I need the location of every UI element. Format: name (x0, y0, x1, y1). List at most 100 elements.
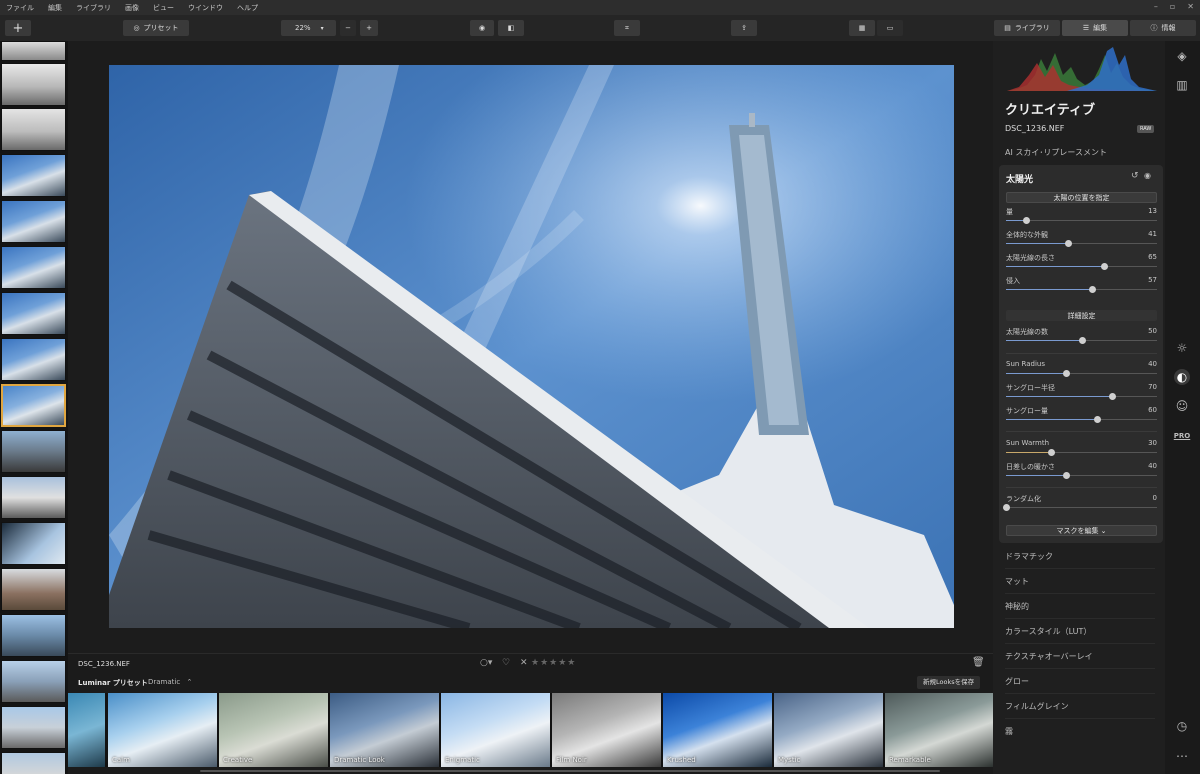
preset-thumbnail[interactable] (68, 693, 105, 767)
presets-button[interactable]: ◎ プリセット (123, 20, 189, 36)
section-color-styles-lut[interactable]: カラースタイル（LUT） (1005, 626, 1091, 637)
slider-knob[interactable] (1065, 240, 1072, 247)
slider[interactable]: Sun Radius 40 (1006, 360, 1157, 382)
preset-thumbnail[interactable]: Krushed (663, 693, 772, 767)
menu-file[interactable]: ファイル (6, 3, 34, 13)
slider[interactable]: Sun Warmth 30 (1006, 439, 1157, 461)
filmstrip-thumbnail[interactable] (1, 522, 66, 565)
crop-button[interactable]: ⌗ (614, 20, 640, 36)
section-film-grain[interactable]: フィルムグレイン (1005, 701, 1069, 712)
filmstrip-thumbnail[interactable] (1, 706, 66, 749)
filmstrip-thumbnail[interactable] (1, 41, 66, 61)
preset-scrollbar[interactable] (200, 770, 940, 772)
zoom-select[interactable]: 22% ▾ (281, 20, 336, 36)
preset-thumbnail[interactable]: Remarkable (885, 693, 993, 767)
menu-window[interactable]: ウインドウ (188, 3, 223, 13)
slider[interactable]: 日差しの暖かさ 40 (1006, 462, 1157, 484)
slider-knob[interactable] (1109, 393, 1116, 400)
menu-help[interactable]: ヘルプ (237, 3, 258, 13)
menu-library[interactable]: ライブラリ (76, 3, 111, 13)
filmstrip-thumbnail[interactable] (1, 752, 66, 774)
slider-knob[interactable] (1089, 286, 1096, 293)
filmstrip-thumbnail[interactable] (1, 200, 66, 243)
filmstrip-thumbnail[interactable] (1, 476, 66, 519)
slider[interactable]: 全体的な外観 41 (1006, 230, 1157, 252)
image-canvas[interactable] (68, 41, 993, 653)
slider[interactable]: ランダム化 0 (1003, 494, 1157, 516)
star-rating[interactable]: ★★★★★ (531, 658, 576, 668)
slider[interactable]: サングロー量 60 (1006, 406, 1157, 428)
section-dramatic[interactable]: ドラマチック (1005, 551, 1053, 562)
more-dots-icon[interactable]: ⋯ (1174, 748, 1190, 764)
slider-knob[interactable] (1003, 504, 1010, 511)
slider[interactable]: 量 13 (1006, 207, 1157, 229)
menu-edit[interactable]: 編集 (48, 3, 62, 13)
share-button[interactable]: ⇪ (731, 20, 757, 36)
section-fog[interactable]: 霧 (1005, 726, 1013, 737)
slider-knob[interactable] (1101, 263, 1108, 270)
history-clock-icon[interactable]: ◷ (1174, 718, 1190, 734)
section-matte[interactable]: マット (1005, 576, 1029, 587)
reject-icon[interactable]: ✕ (520, 658, 528, 668)
maximize-icon[interactable]: ▫ (1170, 2, 1175, 11)
filmstrip-thumbnail[interactable] (1, 108, 66, 151)
color-label-icon[interactable]: ○▾ (480, 658, 492, 668)
filmstrip-thumbnail[interactable] (1, 246, 66, 289)
zoom-out-button[interactable]: − (340, 20, 356, 36)
section-mystical[interactable]: 神秘的 (1005, 601, 1029, 612)
preset-category-dropdown[interactable]: Dramatic ⌃ (148, 678, 192, 686)
grid-view-button[interactable]: ▦ (849, 20, 875, 36)
preset-thumbnail[interactable]: Enigmatic (441, 693, 550, 767)
filmstrip-thumbnail[interactable] (1, 292, 66, 335)
favorite-heart-icon[interactable]: ♡ (502, 658, 510, 668)
reset-icon[interactable]: ↺ (1131, 171, 1139, 181)
slider-knob[interactable] (1023, 217, 1030, 224)
tab-edit[interactable]: ☰ 編集 (1062, 20, 1128, 36)
zoom-in-button[interactable]: + (360, 20, 378, 36)
filmstrip-thumbnail[interactable] (1, 63, 66, 106)
place-sun-button[interactable]: 太陽の位置を指定 (1006, 192, 1157, 203)
slider[interactable]: 太陽光線の長さ 65 (1006, 253, 1157, 275)
section-glow[interactable]: グロー (1005, 676, 1029, 687)
creative-palette-icon[interactable]: ◐ (1174, 369, 1190, 385)
filmstrip-thumbnail[interactable] (1, 660, 66, 703)
close-icon[interactable]: ✕ (1187, 2, 1194, 11)
filmstrip-thumbnail[interactable] (1, 430, 66, 473)
slider-knob[interactable] (1048, 449, 1055, 456)
advanced-settings-button[interactable]: 詳細設定 (1006, 310, 1157, 321)
preset-thumbnail[interactable]: Film Noir (552, 693, 661, 767)
slider-knob[interactable] (1079, 337, 1086, 344)
section-ai-sky[interactable]: AI スカイ･リプレースメント (1005, 147, 1107, 158)
slider-knob[interactable] (1063, 370, 1070, 377)
slider-track[interactable] (1006, 507, 1157, 508)
portrait-face-icon[interactable]: ☺ (1174, 398, 1190, 414)
add-photos-button[interactable]: + (5, 20, 31, 36)
slider[interactable]: 太陽光線の数 50 (1006, 327, 1157, 349)
pro-icon[interactable]: PRO (1174, 428, 1190, 444)
preset-thumbnail[interactable]: Calm (108, 693, 217, 767)
section-texture-overlay[interactable]: テクスチャオーバーレイ (1005, 651, 1093, 662)
slider[interactable]: 侵入 57 (1006, 276, 1157, 298)
preset-thumbnail[interactable]: Dramatic Look (330, 693, 439, 767)
tab-info[interactable]: ⓘ 情報 (1130, 20, 1196, 36)
compare-button[interactable]: ◧ (498, 20, 524, 36)
trash-icon[interactable]: 🗑 (972, 657, 985, 668)
save-looks-button[interactable]: 新規Looksを保存 (917, 676, 981, 689)
slider-knob[interactable] (1063, 472, 1070, 479)
minimize-icon[interactable]: – (1154, 2, 1158, 11)
filmstrip-thumbnail[interactable] (1, 338, 66, 381)
preview-eye-button[interactable]: ◉ (470, 20, 494, 36)
slider-knob[interactable] (1094, 416, 1101, 423)
tab-library[interactable]: ▤ ライブラリ (994, 20, 1060, 36)
slider[interactable]: サングロー半径 70 (1006, 383, 1157, 405)
layers-icon[interactable]: ◈ (1174, 48, 1190, 64)
visibility-toggle-icon[interactable]: ◉ (1144, 171, 1151, 180)
canvas-icon[interactable]: ▥ (1174, 77, 1190, 93)
filmstrip-thumbnail[interactable] (1, 154, 66, 197)
preset-thumbnail[interactable]: Mystic (774, 693, 883, 767)
main-photo[interactable] (109, 65, 954, 628)
menu-view[interactable]: ビュー (153, 3, 174, 13)
edit-mask-button[interactable]: マスクを編集 ⌄ (1006, 525, 1157, 536)
menu-image[interactable]: 画像 (125, 3, 139, 13)
preset-thumbnail[interactable]: Creative (219, 693, 328, 767)
